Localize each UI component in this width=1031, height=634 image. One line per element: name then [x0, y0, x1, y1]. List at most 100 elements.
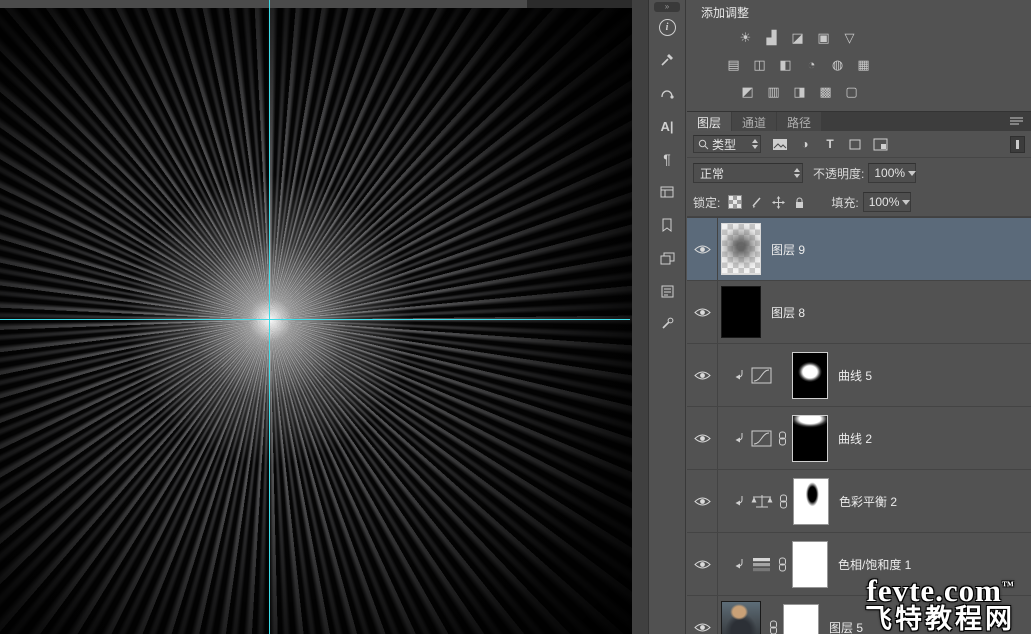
filter-shape-layers-icon[interactable]	[846, 136, 864, 152]
layer-thumbnail[interactable]	[721, 286, 761, 338]
mask-link-icon[interactable]	[769, 620, 778, 634]
color-balance-icon[interactable]: ◫	[747, 55, 772, 74]
layer-name: 色相/饱和度 1	[838, 557, 912, 572]
measure-icon	[661, 90, 674, 99]
visibility-toggle[interactable]	[687, 407, 718, 469]
eyedropper-panel-icon[interactable]	[660, 50, 674, 70]
adjustments-row-1: ☀ ▟ ◪ ▣ ▽	[687, 24, 1031, 51]
posterize-icon[interactable]: ▥	[761, 82, 786, 101]
layer-row-colorbalance2[interactable]: 色彩平衡 2	[687, 470, 1031, 533]
layer-mask-thumbnail[interactable]	[792, 351, 828, 399]
visibility-toggle[interactable]	[687, 596, 718, 634]
document-canvas[interactable]	[0, 0, 632, 634]
filter-kind-dropdown[interactable]: 类型	[693, 135, 761, 153]
wrench-icon	[662, 317, 674, 329]
adjustments-header: 添加调整	[687, 0, 1031, 24]
gradient-map-icon[interactable]: ▩	[813, 82, 838, 101]
layer-row-layer9[interactable]: 图层 9	[687, 218, 1031, 281]
search-icon	[698, 139, 709, 149]
clipping-mask-icon	[734, 369, 745, 381]
blend-mode-row: 正常 不透明度: 100%	[687, 158, 1031, 188]
mask-link-icon[interactable]	[779, 494, 788, 509]
layer-name: 曲线 2	[838, 431, 873, 446]
layer-mask-thumbnail[interactable]	[793, 477, 829, 525]
tool-presets-panel-icon[interactable]	[660, 314, 674, 334]
curves-adjustment-icon[interactable]	[751, 367, 772, 384]
filter-type-layers-icon[interactable]: T	[821, 136, 839, 152]
fill-dropdown[interactable]: 100%	[862, 192, 911, 212]
eyedropper-icon	[661, 54, 673, 66]
layer-name: 色彩平衡 2	[839, 494, 898, 509]
layer-thumbnail[interactable]	[721, 223, 761, 275]
curves-icon[interactable]: ◪	[785, 28, 810, 47]
canvas-top-strip	[0, 0, 527, 8]
brightness-contrast-icon[interactable]: ☀	[733, 28, 758, 47]
lock-position-icon[interactable]	[772, 195, 786, 209]
opacity-dropdown[interactable]: 100%	[868, 163, 917, 183]
selective-color-icon[interactable]: ▢	[839, 82, 864, 101]
hue-saturation-icon[interactable]: ▤	[721, 55, 746, 74]
filter-adjustment-layers-icon[interactable]: ◑	[796, 136, 814, 152]
layer-name: 图层 9	[771, 242, 806, 257]
info-icon: i	[658, 18, 676, 36]
layer-row-curves2[interactable]: 曲线 2	[687, 407, 1031, 470]
guide-horizontal[interactable]	[0, 319, 630, 320]
opacity-label: 不透明度:	[813, 166, 865, 181]
layer-thumbnail[interactable]	[721, 601, 761, 634]
eye-icon	[693, 497, 711, 505]
mask-link-icon[interactable]	[778, 557, 787, 572]
layer-mask-thumbnail[interactable]	[783, 603, 819, 634]
notes-panel-icon[interactable]	[661, 281, 674, 301]
visibility-toggle[interactable]	[687, 218, 718, 280]
photo-filter-icon[interactable]: ◔	[799, 55, 824, 74]
panel-menu-button[interactable]	[1009, 112, 1031, 131]
tab-layers[interactable]: 图层	[687, 112, 732, 131]
blend-mode-value: 正常	[700, 166, 725, 181]
filter-smart-objects-icon[interactable]	[871, 136, 889, 152]
blend-mode-dropdown[interactable]: 正常	[693, 163, 803, 183]
layer-mask-thumbnail[interactable]	[792, 414, 828, 462]
lock-all-icon[interactable]	[794, 196, 805, 209]
mask-link-icon[interactable]	[778, 431, 787, 446]
clipping-mask-icon	[734, 495, 745, 507]
visibility-toggle[interactable]	[687, 533, 718, 595]
clone-source-panel-icon[interactable]	[660, 182, 674, 202]
filter-toggle-button[interactable]	[1010, 135, 1025, 153]
invert-icon[interactable]: ◩	[735, 82, 760, 101]
collapse-dock-button[interactable]: »	[654, 2, 680, 12]
layer-mask-thumbnail[interactable]	[792, 540, 828, 588]
lock-pixels-icon[interactable]	[751, 196, 763, 208]
layer-name: 图层 5	[829, 620, 864, 634]
color-lookup-icon[interactable]: ▦	[851, 55, 876, 74]
adjustments-title: 添加调整	[701, 5, 750, 20]
info-panel-icon[interactable]: i	[658, 17, 676, 37]
measure-panel-icon[interactable]	[660, 83, 674, 103]
paragraph-panel-icon[interactable]: ¶	[663, 149, 671, 169]
workspace-gutter	[632, 0, 649, 634]
levels-icon[interactable]: ▟	[759, 28, 784, 47]
bookmark-icon	[662, 218, 672, 232]
tab-paths[interactable]: 路径	[777, 112, 822, 131]
tab-channels[interactable]: 通道	[732, 112, 777, 131]
black-white-icon[interactable]: ◧	[773, 55, 798, 74]
bookmark-panel-icon[interactable]	[661, 215, 673, 235]
hue-saturation-adjustment-icon[interactable]	[751, 556, 772, 573]
color-balance-adjustment-icon[interactable]	[751, 493, 773, 510]
threshold-icon[interactable]: ◨	[787, 82, 812, 101]
layer-row-layer8[interactable]: 图层 8	[687, 281, 1031, 344]
visibility-toggle[interactable]	[687, 470, 718, 532]
lock-transparency-icon[interactable]	[728, 195, 743, 209]
filter-pixel-layers-icon[interactable]	[771, 136, 789, 152]
spinner-arrows-icon	[794, 168, 800, 178]
channel-mixer-icon[interactable]: ◍	[825, 55, 850, 74]
character-panel-icon[interactable]: A|	[660, 116, 673, 136]
exposure-icon[interactable]: ▣	[811, 28, 836, 47]
visibility-toggle[interactable]	[687, 281, 718, 343]
visibility-toggle[interactable]	[687, 344, 718, 406]
guide-vertical[interactable]	[269, 0, 270, 634]
layer-row-curves5[interactable]: 曲线 5	[687, 344, 1031, 407]
chevron-down-icon	[902, 199, 911, 205]
layer-comps-panel-icon[interactable]	[660, 248, 675, 268]
curves-adjustment-icon[interactable]	[751, 430, 772, 447]
vibrance-icon[interactable]: ▽	[837, 28, 862, 47]
